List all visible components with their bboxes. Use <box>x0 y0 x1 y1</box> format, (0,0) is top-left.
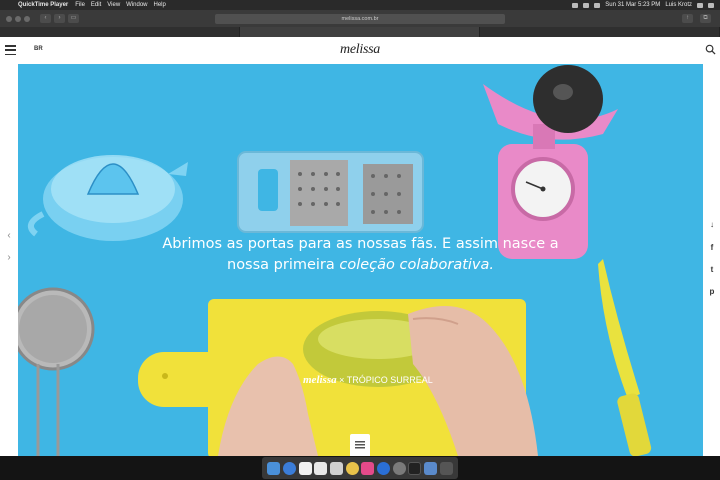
tabs-overview-button[interactable]: ⧉ <box>700 14 711 23</box>
collection-separator: × <box>336 375 347 385</box>
stack-icon <box>355 441 365 449</box>
tab-bar <box>0 27 720 37</box>
collection-brand: melissa <box>303 374 337 386</box>
search-icon[interactable] <box>705 44 716 55</box>
back-button[interactable]: ‹ <box>40 14 51 23</box>
site-logo[interactable]: melissa <box>0 42 720 58</box>
right-gutter: ↓ f t p <box>703 64 720 456</box>
finder-icon[interactable] <box>267 461 281 475</box>
close-window-button[interactable] <box>6 15 12 22</box>
menu-view[interactable]: View <box>107 2 120 8</box>
hero-headline: Abrimos as portas para as nossas fãs. E … <box>18 234 703 276</box>
sidebar-toggle-button[interactable]: ▭ <box>68 14 79 23</box>
forward-button[interactable]: › <box>54 14 65 23</box>
keyboard-input-icon[interactable] <box>594 2 601 8</box>
browser-tab-active[interactable] <box>240 27 480 37</box>
itunes-icon[interactable] <box>361 461 375 475</box>
collection-name: TRÓPICO SURREAL <box>346 375 433 385</box>
window-controls <box>6 15 30 22</box>
notification-center-icon[interactable] <box>708 2 714 8</box>
minimize-window-button[interactable] <box>15 15 21 22</box>
scroll-more-button[interactable] <box>350 434 370 456</box>
macos-menubar: QuickTime Player File Edit View Window H… <box>0 0 720 10</box>
collection-tag: melissa × TRÓPICO SURREAL <box>303 374 433 386</box>
twitter-icon[interactable]: t <box>706 264 718 276</box>
app-name-menu[interactable]: QuickTime Player <box>18 2 68 8</box>
menu-file[interactable]: File <box>75 2 85 8</box>
facebook-icon[interactable]: f <box>706 242 718 254</box>
address-bar[interactable]: melissa.com.br <box>215 14 505 24</box>
prev-slide-icon[interactable]: ‹ <box>4 230 14 242</box>
terminal-icon[interactable] <box>408 461 422 475</box>
url-text: melissa.com.br <box>341 16 379 22</box>
next-slide-icon[interactable]: › <box>4 252 14 264</box>
macos-dock <box>262 457 458 479</box>
spotlight-icon[interactable] <box>697 2 703 8</box>
trash-icon[interactable] <box>439 461 453 475</box>
calendar-icon[interactable] <box>298 461 312 475</box>
headline-line-2: nossa primeira coleção colaborativa. <box>18 255 703 276</box>
notes-icon[interactable] <box>314 461 328 475</box>
menu-edit[interactable]: Edit <box>91 2 101 8</box>
preview-icon[interactable] <box>329 461 343 475</box>
quicktime-icon[interactable] <box>376 461 390 475</box>
safari-icon[interactable] <box>282 461 296 475</box>
pinterest-icon[interactable]: p <box>706 286 718 298</box>
image-capture-icon[interactable] <box>423 461 437 475</box>
browser-tab[interactable] <box>480 27 720 37</box>
zoom-window-button[interactable] <box>24 15 30 22</box>
left-gutter: ‹ › <box>0 64 18 456</box>
menu-window[interactable]: Window <box>126 2 147 8</box>
headline-line-1: Abrimos as portas para as nossas fãs. E … <box>162 236 559 252</box>
headline-strong-text: nossa primeira <box>227 257 340 273</box>
status-area: Sun 31 Mar 5:23 PM Luis Krotz <box>572 2 714 8</box>
scroll-down-icon[interactable]: ↓ <box>706 219 718 231</box>
share-button[interactable]: ↑ <box>682 14 693 23</box>
site-header: BR melissa <box>0 37 720 64</box>
headline-emphasis-text: coleção colaborativa. <box>339 257 494 273</box>
hero-banner: Abrimos as portas para as nossas fãs. E … <box>18 64 703 456</box>
grater-image <box>237 151 424 233</box>
clock-text[interactable]: Sun 31 Mar 5:23 PM <box>605 2 660 8</box>
user-name[interactable]: Luis Krotz <box>665 2 692 8</box>
browser-toolbar: ‹ › ▭ melissa.com.br ↑ ⧉ <box>0 10 720 27</box>
browser-tab[interactable] <box>0 27 240 37</box>
battery-icon[interactable] <box>583 2 590 8</box>
photos-icon[interactable] <box>345 461 359 475</box>
wifi-icon[interactable] <box>572 2 579 8</box>
toolbar-right: ↑ ⧉ <box>682 14 714 23</box>
menu-help[interactable]: Help <box>154 2 166 8</box>
system-preferences-icon[interactable] <box>392 461 406 475</box>
